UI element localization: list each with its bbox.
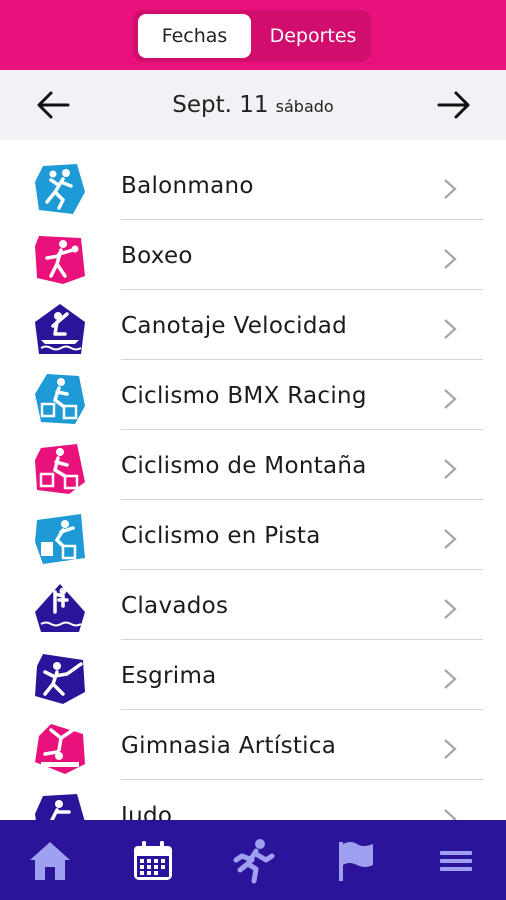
view-segmented-control: Fechas Deportes — [133, 10, 371, 62]
list-item[interactable]: Clavados — [0, 570, 506, 640]
sport-label: Boxeo — [121, 243, 193, 269]
date-label: Sept. 11 — [172, 92, 269, 118]
list-item[interactable]: Gimnasia Artística — [0, 710, 506, 780]
sport-label: Clavados — [121, 593, 229, 619]
list-item[interactable]: Balonmano — [0, 150, 506, 220]
chevron-right-icon — [444, 529, 457, 549]
nav-sports[interactable] — [229, 836, 279, 886]
tab-fechas[interactable]: Fechas — [138, 14, 251, 58]
list-item[interactable]: Ciclismo BMX Racing — [0, 360, 506, 430]
calendar-icon — [134, 841, 172, 880]
current-date: Sept. 11 sábado — [0, 92, 506, 118]
sport-label: Balonmano — [121, 173, 254, 199]
list-item[interactable]: Ciclismo en Pista — [0, 500, 506, 570]
mountain-bike-icon — [35, 444, 85, 494]
date-navigation-bar: Sept. 11 sábado — [0, 70, 506, 140]
canoe-sprint-icon — [35, 304, 85, 354]
chevron-right-icon — [444, 459, 457, 479]
sport-label: Gimnasia Artística — [121, 733, 337, 759]
chevron-right-icon — [444, 179, 457, 199]
arrow-right-icon[interactable] — [436, 87, 472, 123]
nav-menu[interactable] — [431, 836, 481, 886]
diving-icon — [35, 584, 85, 632]
sport-label: Ciclismo de Montaña — [121, 453, 367, 479]
artistic-gymnastics-icon — [35, 724, 85, 774]
handball-icon — [35, 164, 85, 214]
list-item[interactable]: Esgrima — [0, 640, 506, 710]
chevron-right-icon — [444, 249, 457, 269]
chevron-right-icon — [444, 599, 457, 619]
top-app-bar: Fechas Deportes — [0, 0, 506, 70]
sport-label: Ciclismo BMX Racing — [121, 383, 367, 409]
nav-calendar[interactable] — [128, 836, 178, 886]
chevron-right-icon — [444, 669, 457, 689]
fencing-icon — [35, 654, 85, 704]
nav-home[interactable] — [25, 836, 75, 886]
bmx-racing-icon — [35, 374, 85, 424]
home-icon — [30, 842, 70, 880]
tab-deportes[interactable]: Deportes — [259, 14, 367, 58]
sport-label: Ciclismo en Pista — [121, 523, 321, 549]
sport-label: Canotaje Velocidad — [121, 313, 348, 339]
boxing-icon — [35, 236, 85, 284]
track-cycling-icon — [35, 514, 85, 564]
day-name-label: sábado — [275, 97, 334, 116]
list-item[interactable]: Canotaje Velocidad — [0, 290, 506, 360]
chevron-right-icon — [444, 739, 457, 759]
sport-label: Esgrima — [121, 663, 217, 689]
flag-icon — [339, 842, 373, 881]
chevron-right-icon — [444, 319, 457, 339]
menu-icon — [440, 851, 472, 871]
chevron-right-icon — [444, 389, 457, 409]
runner-icon — [233, 839, 275, 884]
list-item[interactable]: Boxeo — [0, 220, 506, 290]
nav-countries[interactable] — [330, 836, 380, 886]
bottom-navigation — [0, 820, 506, 900]
list-item[interactable]: Ciclismo de Montaña — [0, 430, 506, 500]
